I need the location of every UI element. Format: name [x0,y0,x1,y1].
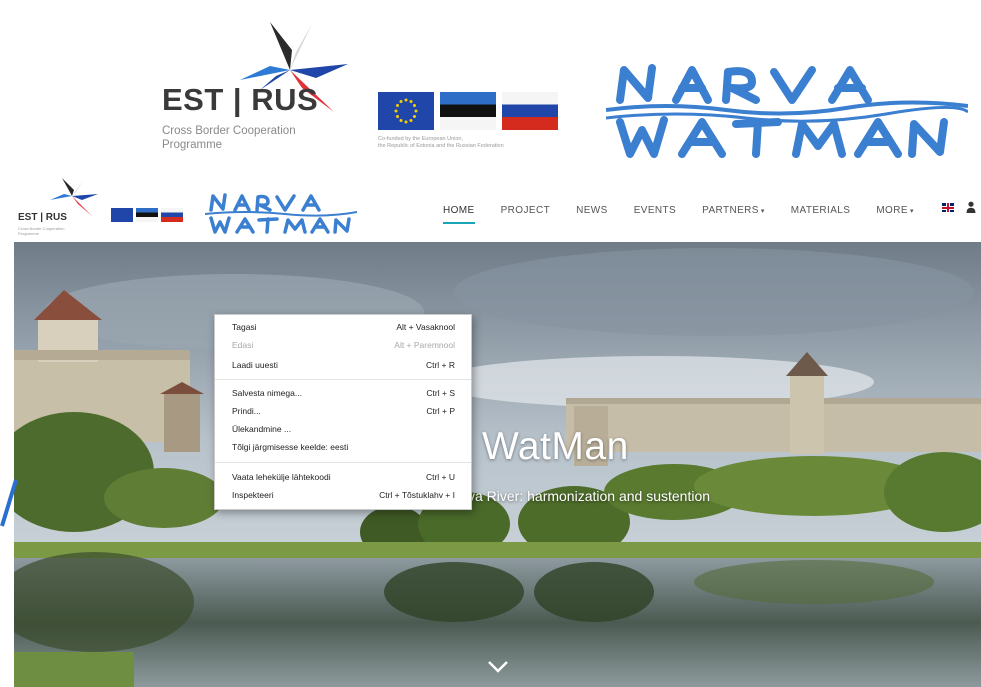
partial-glyph-icon [0,479,18,527]
hero-title: WatMan [482,425,629,468]
menu-item-print[interactable]: Prindi... Ctrl + P [232,403,455,419]
nav-more[interactable]: MORE ▾ [876,205,914,216]
funding-caption: Co-funded by the European Union, the Rep… [378,136,504,149]
caret-down-icon: ▾ [760,207,765,215]
menu-item-forward[interactable]: Edasi Alt + Paremnool [232,337,455,353]
menu-separator [215,379,471,380]
russia-flag-icon [161,208,183,222]
russia-flag-icon [502,92,558,130]
eu-flag-icon [378,92,434,130]
chevron-down-icon[interactable] [487,660,509,674]
menu-item-reload[interactable]: Laadi uuesti Ctrl + R [232,357,455,373]
eu-flag-icon [111,208,133,222]
nav-events[interactable]: EVENTS [634,205,676,216]
est-rus-logo-text: EST | RUS [162,82,319,117]
nav-logo-subtitle: Cross Border Cooperation Programme [18,226,65,236]
nav-partners[interactable]: PARTNERS ▾ [702,205,765,216]
context-menu: Tagasi Alt + Vasaknool Edasi Alt + Paremno… [214,314,472,510]
narva-watman-logo [606,64,968,158]
nav-funding-flags [111,208,187,224]
menu-item-translate[interactable]: Tõlgi järgmisesse keelde: eesti [232,439,455,455]
menu-item-cast[interactable]: Ülekandmine ... [232,421,455,437]
est-rus-logo-subtitle: Cross Border Cooperation Programme [162,125,296,151]
nav-logo-text: EST | RUS [18,212,67,223]
hero-subtitle: va River: harmonization and sustention [468,488,711,504]
menu-item-view-source[interactable]: Vaata lehekülje lähtekoodi Ctrl + U [232,469,455,485]
logo-banner: EST | RUS Cross Border Cooperation Progr… [0,0,981,172]
navbar: EST | RUS Cross Border Cooperation Progr… [0,172,981,242]
estonia-flag-icon [440,92,496,130]
nav-est-rus-logo[interactable]: EST | RUS Cross Border Cooperation Progr… [14,178,100,236]
user-icon[interactable] [966,201,976,213]
nav-materials[interactable]: MATERIALS [791,205,851,216]
caret-down-icon: ▾ [909,207,914,215]
nav-home[interactable]: HOME [443,205,475,224]
menu-item-inspect[interactable]: Inspekteeri Ctrl + Tõstuklahv + I [232,487,455,503]
nav-news[interactable]: NEWS [576,205,608,216]
estonia-flag-icon [136,208,158,222]
est-rus-logo: EST | RUS Cross Border Cooperation Progr… [160,20,360,160]
menu-item-back[interactable]: Tagasi Alt + Vasaknool [232,319,455,335]
hero-section: WatMan va River: harmonization and suste… [14,242,981,687]
main-nav: HOME PROJECT NEWS EVENTS PARTNERS ▾ MATER… [443,200,940,224]
funding-flags: Co-funded by the European Union, the Rep… [378,92,560,152]
nav-narva-watman-logo[interactable] [205,192,357,236]
menu-item-save-as[interactable]: Salvesta nimega... Ctrl + S [232,385,455,401]
uk-flag-icon[interactable] [942,203,954,212]
nav-project[interactable]: PROJECT [501,205,550,216]
menu-separator [215,462,471,463]
